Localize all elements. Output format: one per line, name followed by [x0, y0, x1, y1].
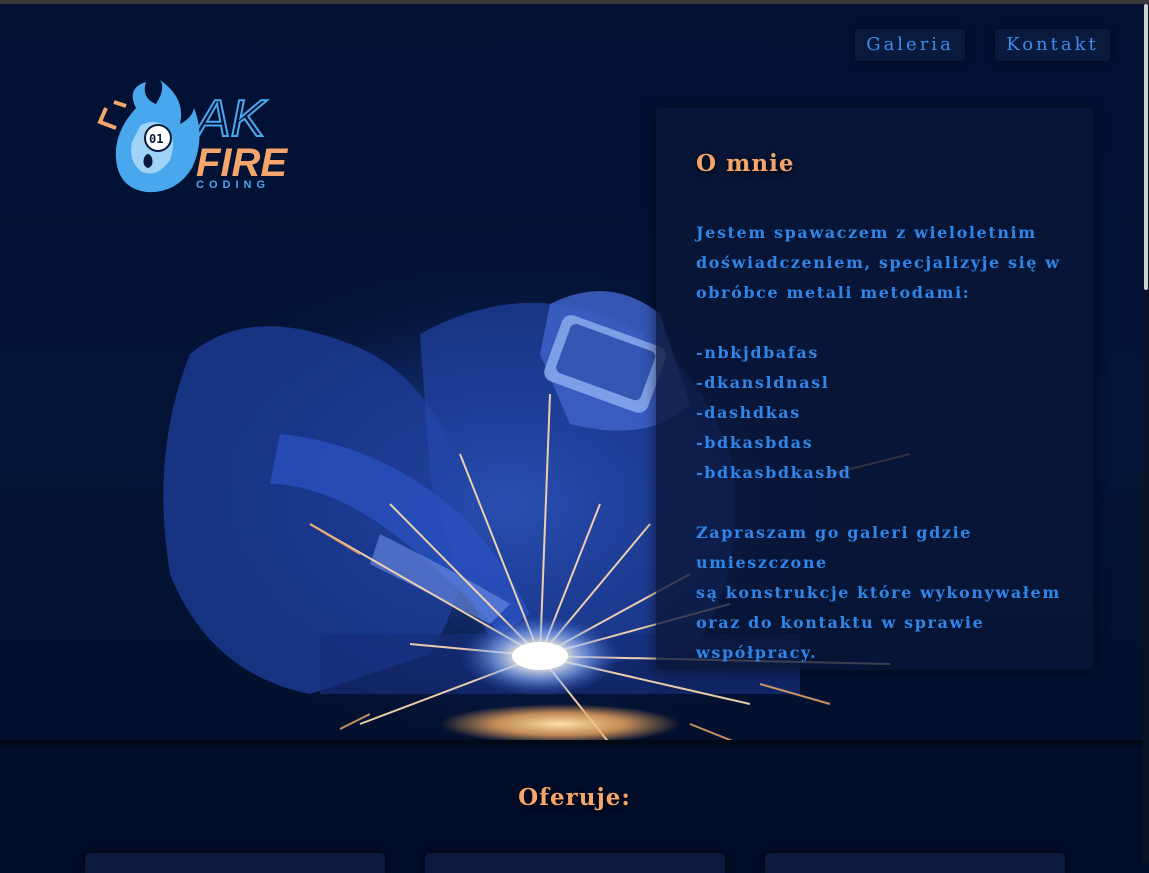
- about-title: O mnie: [696, 150, 795, 177]
- method-item: -bdkasbdas: [696, 433, 814, 452]
- logo-coding: CODING: [196, 179, 270, 191]
- about-intro-line: doświadczeniem, specjalizyje się w: [696, 253, 1061, 272]
- about-intro-line: Jestem spawaczem z wieloletnim: [696, 223, 1037, 242]
- offer-card[interactable]: [765, 853, 1065, 873]
- nav-kontakt-button[interactable]: Kontakt: [995, 29, 1110, 61]
- method-item: -bdkasbdkasbd: [696, 463, 852, 482]
- offer-card[interactable]: [85, 853, 385, 873]
- hero-section: 01 AK FIRE CODING O mnie Jestem spawacze…: [0, 4, 1149, 740]
- about-intro-line: obróbce metali metodami:: [696, 283, 971, 302]
- logo-binary: 01: [149, 132, 163, 146]
- nav-galeria-button[interactable]: Galeria: [855, 29, 965, 61]
- offer-card[interactable]: [425, 853, 725, 873]
- ak-fire-coding-logo: 01 AK FIRE CODING: [97, 80, 288, 193]
- about-text: Jestem spawaczem z wieloletnim doświadcz…: [696, 218, 1086, 668]
- method-item: -dkansldnasl: [696, 373, 830, 392]
- logo-ak: AK: [193, 90, 268, 148]
- scrollbar-thumb[interactable]: [1144, 4, 1148, 290]
- scrollbar[interactable]: [1143, 4, 1149, 863]
- method-item: -dashdkas: [696, 403, 801, 422]
- about-panel: O mnie Jestem spawaczem z wieloletnim do…: [656, 108, 1093, 670]
- about-outro-line: współpracy.: [696, 643, 818, 662]
- offer-title: Oferuje:: [518, 784, 631, 811]
- method-item: -nbkjdbafas: [696, 343, 819, 362]
- section-divider: [0, 740, 1149, 745]
- about-outro-line: Zapraszam go galeri gdzie umieszczone: [696, 523, 973, 572]
- about-outro-line: są konstrukcje które wykonywałem: [696, 583, 1061, 602]
- about-outro-line: oraz do kontaktu w sprawie: [696, 613, 985, 632]
